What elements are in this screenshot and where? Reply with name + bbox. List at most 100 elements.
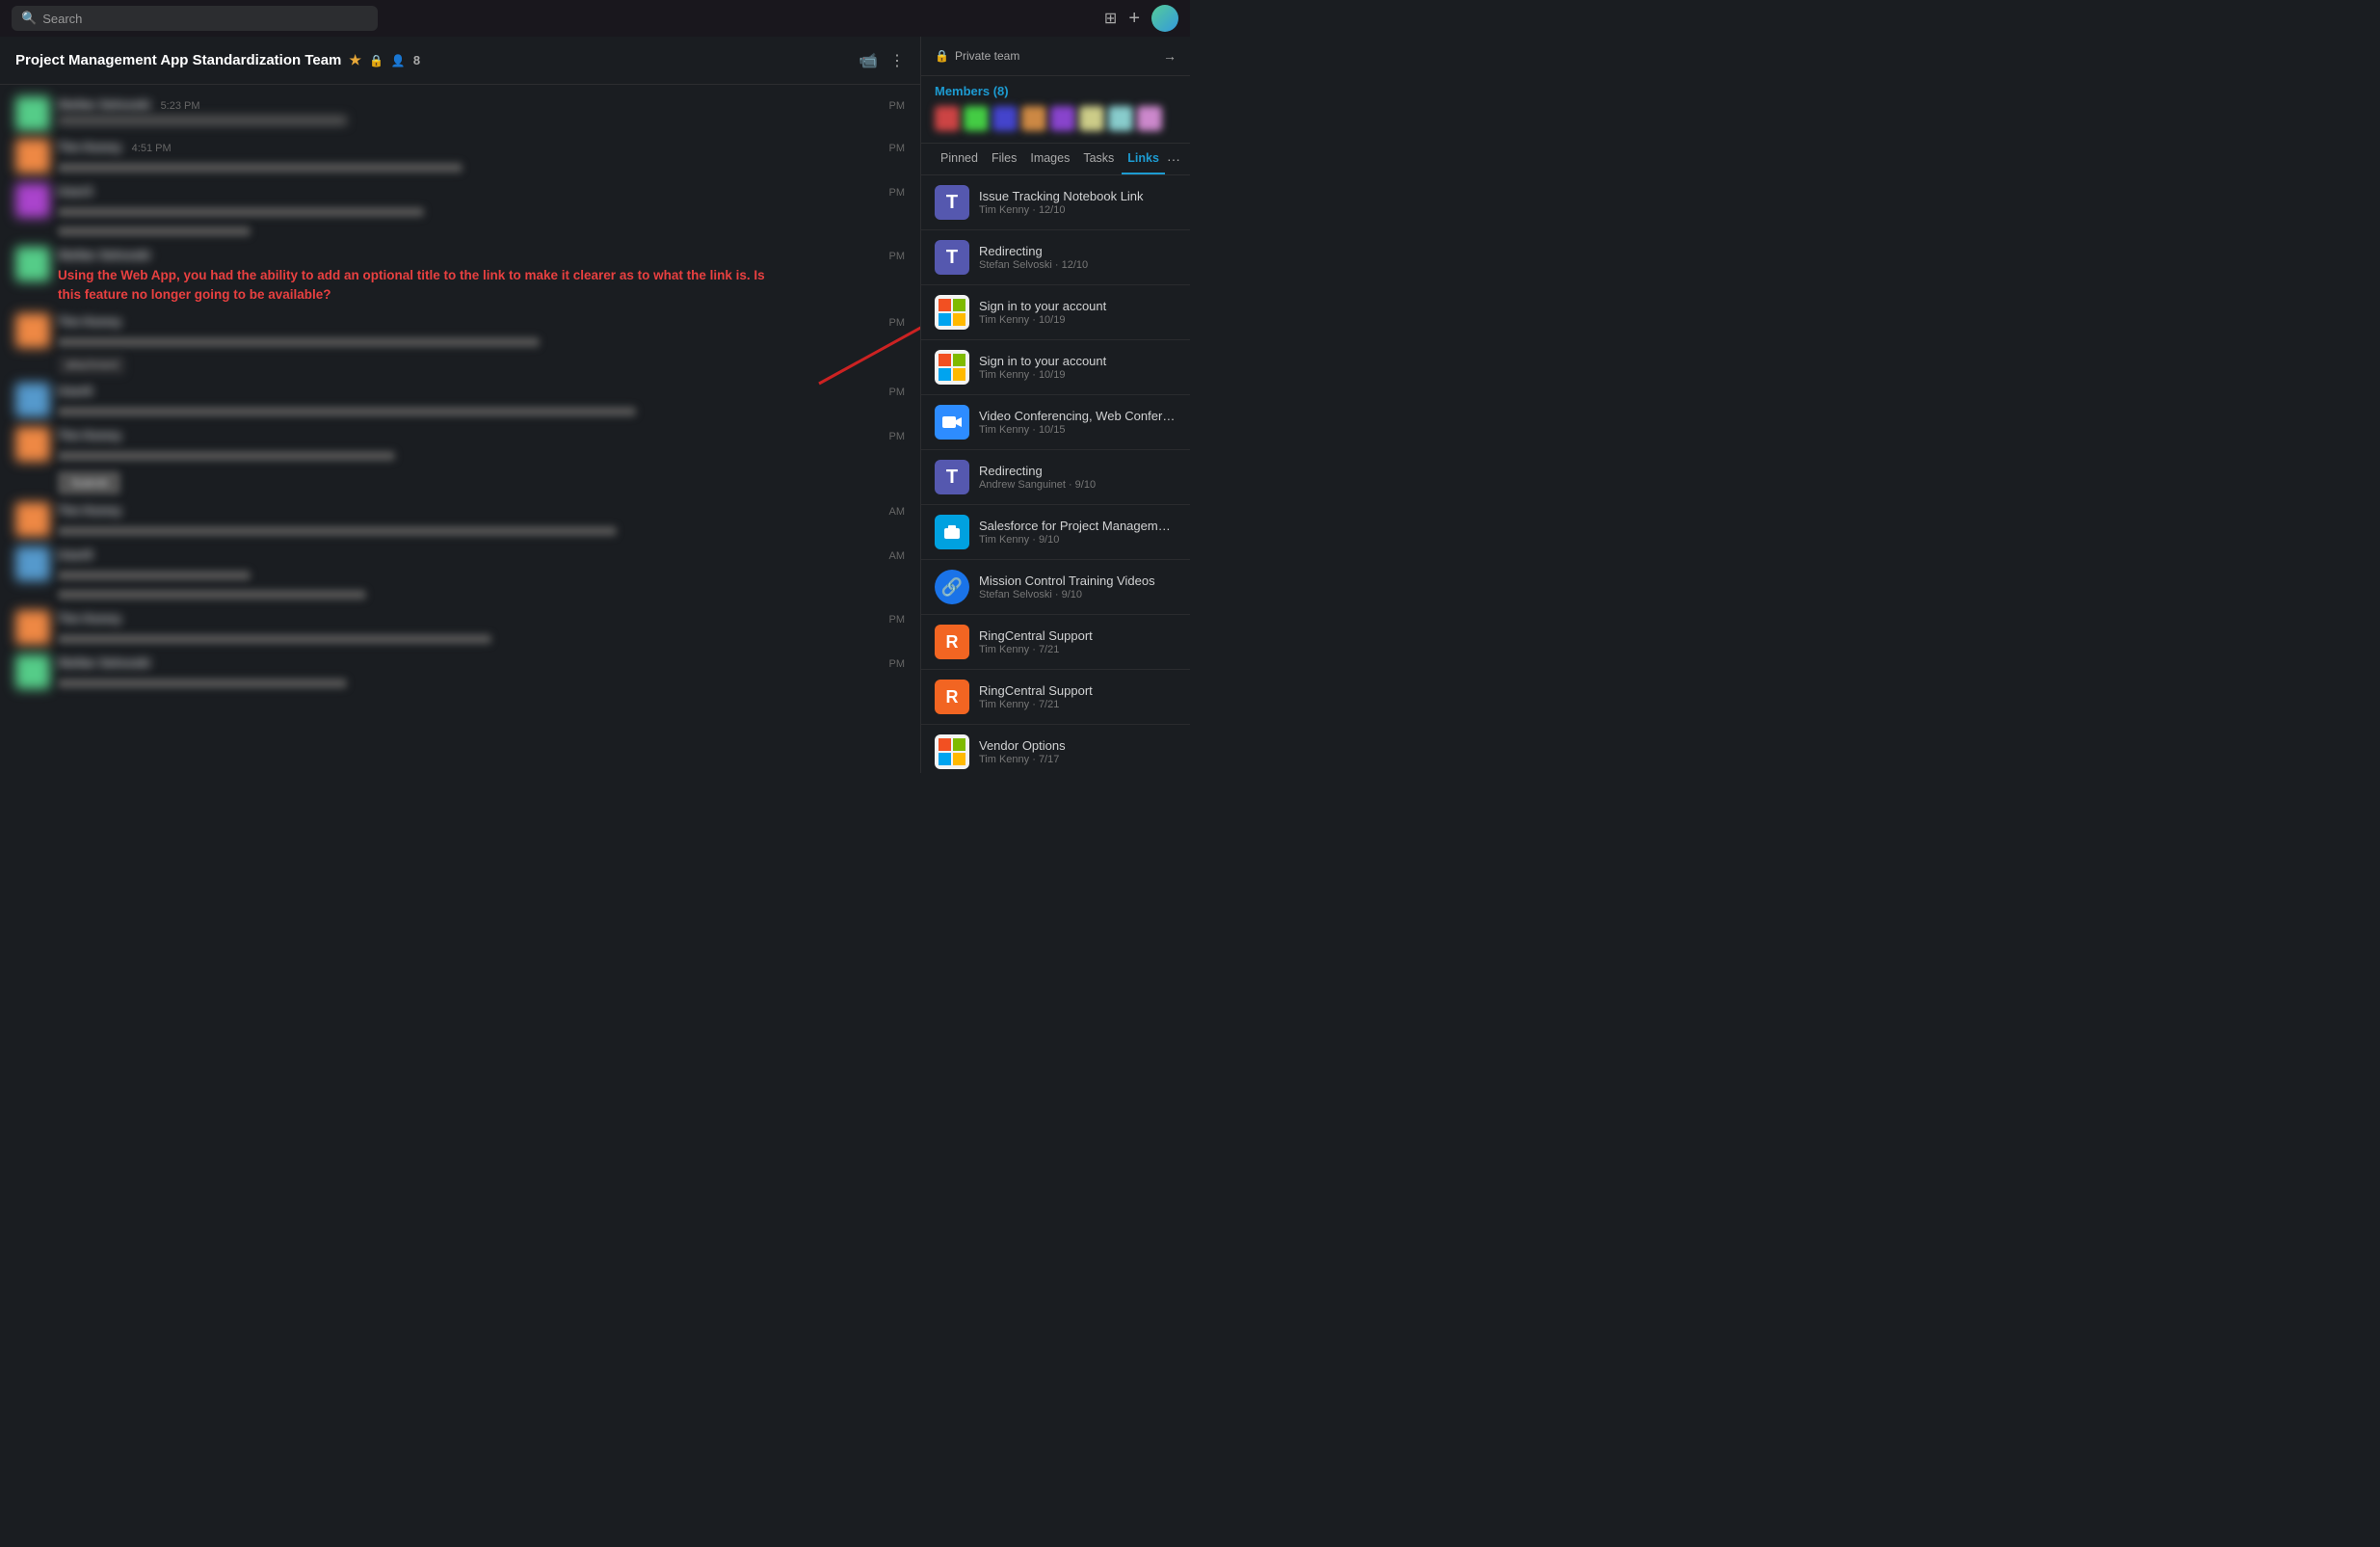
link-favicon [935,405,969,440]
apps-grid-icon[interactable]: ⊞ [1104,9,1117,28]
user-avatar[interactable] [1151,5,1178,32]
chat-area: Project Management App Standardization T… [0,37,920,773]
submit-button-blur: Submit [58,471,120,494]
link-info: Redirecting Andrew Sanguinet · 9/10 [979,464,1177,491]
avatar [15,427,50,462]
table-row: User6 PM [0,379,920,423]
sender-name: Tim Kenny [58,314,121,329]
link-info: Issue Tracking Notebook Link Tim Kenny ·… [979,189,1177,216]
sender-name: Tim Kenny [58,503,121,518]
list-item[interactable]: Video Conferencing, Web Conferencing,...… [921,395,1190,450]
time-right: PM [889,187,906,199]
sidebar-header: 🔒 Private team → [921,37,1190,76]
member-avatar [964,106,989,131]
list-item[interactable]: T Redirecting Andrew Sanguinet · 9/10 [921,450,1190,505]
members-title[interactable]: Members (8) [935,84,1177,98]
search-icon: 🔍 [21,11,37,26]
link-info: Salesforce for Project Management & PSA … [979,519,1177,546]
links-list[interactable]: T Issue Tracking Notebook Link Tim Kenny… [921,175,1190,773]
message-content: Stefan Selvoski 5:23 PM [58,96,905,125]
list-item[interactable]: Sign in to your account Tim Kenny · 10/1… [921,285,1190,340]
attachment-blur: attachment [58,356,125,375]
private-team-label: 🔒 Private team [935,49,1019,63]
time-right: PM [889,387,906,398]
table-row: User3 PM [0,179,920,243]
link-meta: Stefan Selvoski · 12/10 [979,259,1177,271]
link-meta: Tim Kenny · 12/10 [979,204,1177,216]
channel-header-right: 📹 ⋮ [859,51,905,70]
video-icon[interactable]: 📹 [859,51,878,70]
sender-name: User6 [58,384,93,398]
list-item[interactable]: R RingCentral Support Tim Kenny · 7/21 [921,615,1190,670]
highlight-message: Using the Web App, you had the ability t… [58,266,780,306]
avatar [15,383,50,417]
message-content: Tim Kenny Submit [58,427,905,494]
member-avatar [1108,106,1133,131]
private-label-text: Private team [955,49,1019,63]
link-title: RingCentral Support [979,628,1177,643]
search-input[interactable]: 🔍 Search [12,6,378,31]
time-right: PM [889,614,906,626]
link-favicon [935,734,969,769]
avatar [15,654,50,689]
message-text-blur [58,163,463,173]
tab-files[interactable]: Files [986,144,1022,174]
table-row: User9 AM [0,543,920,606]
sender-name: Stefan Selvoski [58,655,150,670]
link-title: Mission Control Training Videos [979,573,1177,588]
link-info: Video Conferencing, Web Conferencing,...… [979,409,1177,436]
expand-icon[interactable]: → [1163,48,1177,64]
table-row: Tim Kenny attachment PM [0,309,920,379]
tab-images[interactable]: Images [1024,144,1075,174]
message-time: 5:23 PM [161,100,200,112]
link-title: Issue Tracking Notebook Link [979,189,1177,203]
link-favicon [935,295,969,330]
message-content: Stefan Selvoski Using the Web App, you h… [58,247,905,306]
list-item[interactable]: 🔗 Mission Control Training Videos Stefan… [921,560,1190,615]
channel-name: Project Management App Standardization T… [15,52,341,68]
sender-name: User3 [58,184,93,199]
member-avatar [992,106,1018,131]
message-content: User3 [58,183,905,239]
link-title: Vendor Options [979,738,1177,753]
message-content: Tim Kenny attachment [58,313,905,375]
list-item[interactable]: Vendor Options Tim Kenny · 7/17 [921,725,1190,773]
time-right: PM [889,658,906,670]
message-text-blur [58,337,540,347]
link-title: Video Conferencing, Web Conferencing,... [979,409,1177,423]
lock-small-icon: 🔒 [935,49,949,63]
messages-container[interactable]: Stefan Selvoski 5:23 PM PM Tim Kenny 4:5… [0,85,920,773]
table-row: Stefan Selvoski Using the Web App, you h… [0,243,920,309]
sender-name: Tim Kenny [58,140,121,154]
list-item[interactable]: Sign in to your account Tim Kenny · 10/1… [921,340,1190,395]
link-meta: Tim Kenny · 7/21 [979,699,1177,710]
link-title: Sign in to your account [979,299,1177,313]
message-text [58,116,347,125]
message-text-blur [58,571,251,580]
list-item[interactable]: Salesforce for Project Management & PSA … [921,505,1190,560]
right-sidebar: 🔒 Private team → Members (8) Pinned File… [920,37,1190,773]
list-item[interactable]: R RingCentral Support Tim Kenny · 7/21 [921,670,1190,725]
link-meta: Andrew Sanguinet · 9/10 [979,479,1177,491]
time-right: PM [889,100,906,112]
tab-tasks[interactable]: Tasks [1077,144,1120,174]
avatar [15,313,50,348]
members-icon: 👤 [391,54,406,67]
star-icon[interactable]: ★ [349,52,361,68]
list-item[interactable]: T Issue Tracking Notebook Link Tim Kenny… [921,175,1190,230]
message-content: Tim Kenny 4:51 PM [58,139,905,175]
tab-links[interactable]: Links [1122,144,1165,174]
message-text-blur [58,451,395,461]
tab-pinned[interactable]: Pinned [935,144,984,174]
avatar [15,610,50,645]
link-meta: Stefan Selvoski · 9/10 [979,589,1177,600]
link-meta: Tim Kenny · 9/10 [979,534,1177,546]
sender-name: Stefan Selvoski [58,97,150,112]
tabs-more-icon[interactable]: ··· [1167,151,1180,167]
table-row: Tim Kenny PM [0,606,920,651]
more-options-icon[interactable]: ⋮ [889,51,905,70]
list-item[interactable]: T Redirecting Stefan Selvoski · 12/10 [921,230,1190,285]
avatar [15,183,50,218]
add-icon[interactable]: + [1128,8,1140,30]
table-row: Tim Kenny Submit PM [0,423,920,498]
